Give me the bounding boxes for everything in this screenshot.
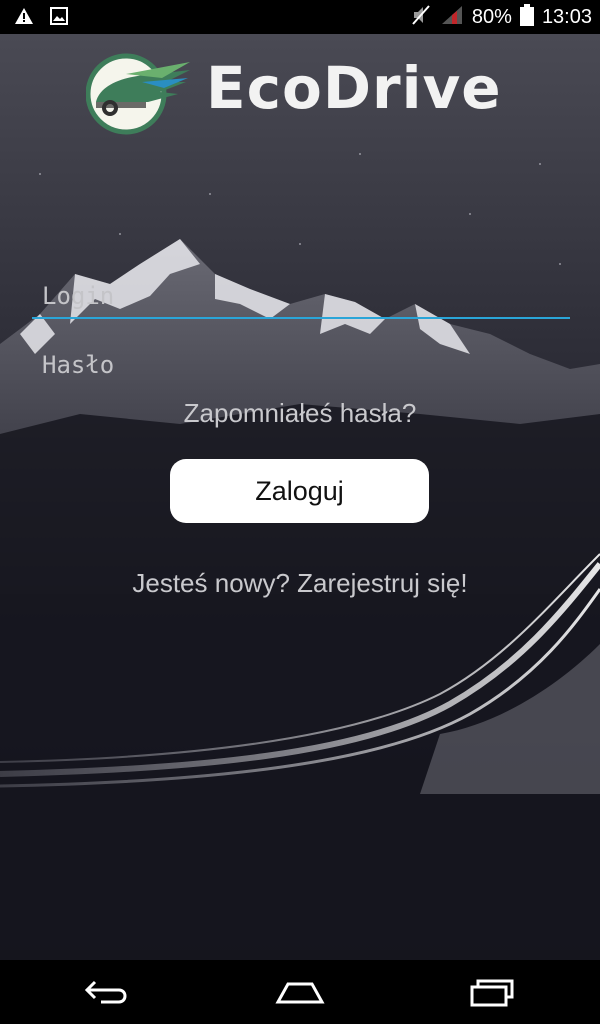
home-button[interactable] [270, 974, 330, 1010]
app-name: EcoDrive [206, 54, 502, 122]
login-input[interactable] [32, 275, 570, 319]
status-bar: 80% 13:03 [0, 0, 600, 34]
navigation-bar [0, 960, 600, 1024]
login-button[interactable]: Zaloguj [170, 459, 429, 523]
signal-icon [440, 4, 464, 30]
recent-apps-icon [470, 979, 514, 1007]
warning-icon [14, 7, 34, 29]
back-icon [84, 980, 127, 1004]
register-link[interactable]: Jesteś nowy? Zarejestruj się! [0, 568, 600, 599]
back-button[interactable] [76, 974, 136, 1010]
image-icon [50, 7, 68, 29]
battery-percent: 80% [471, 5, 512, 28]
app-logo: EcoDrive [85, 52, 526, 136]
password-input[interactable] [32, 343, 570, 387]
car-leaf-icon [85, 53, 190, 135]
home-icon [275, 982, 325, 1004]
mute-icon [410, 3, 432, 31]
forgot-password-link[interactable]: Zapomniałeś hasła? [0, 398, 600, 429]
recent-apps-button[interactable] [464, 974, 524, 1010]
clock: 13:03 [541, 5, 592, 28]
battery-icon [519, 4, 534, 30]
